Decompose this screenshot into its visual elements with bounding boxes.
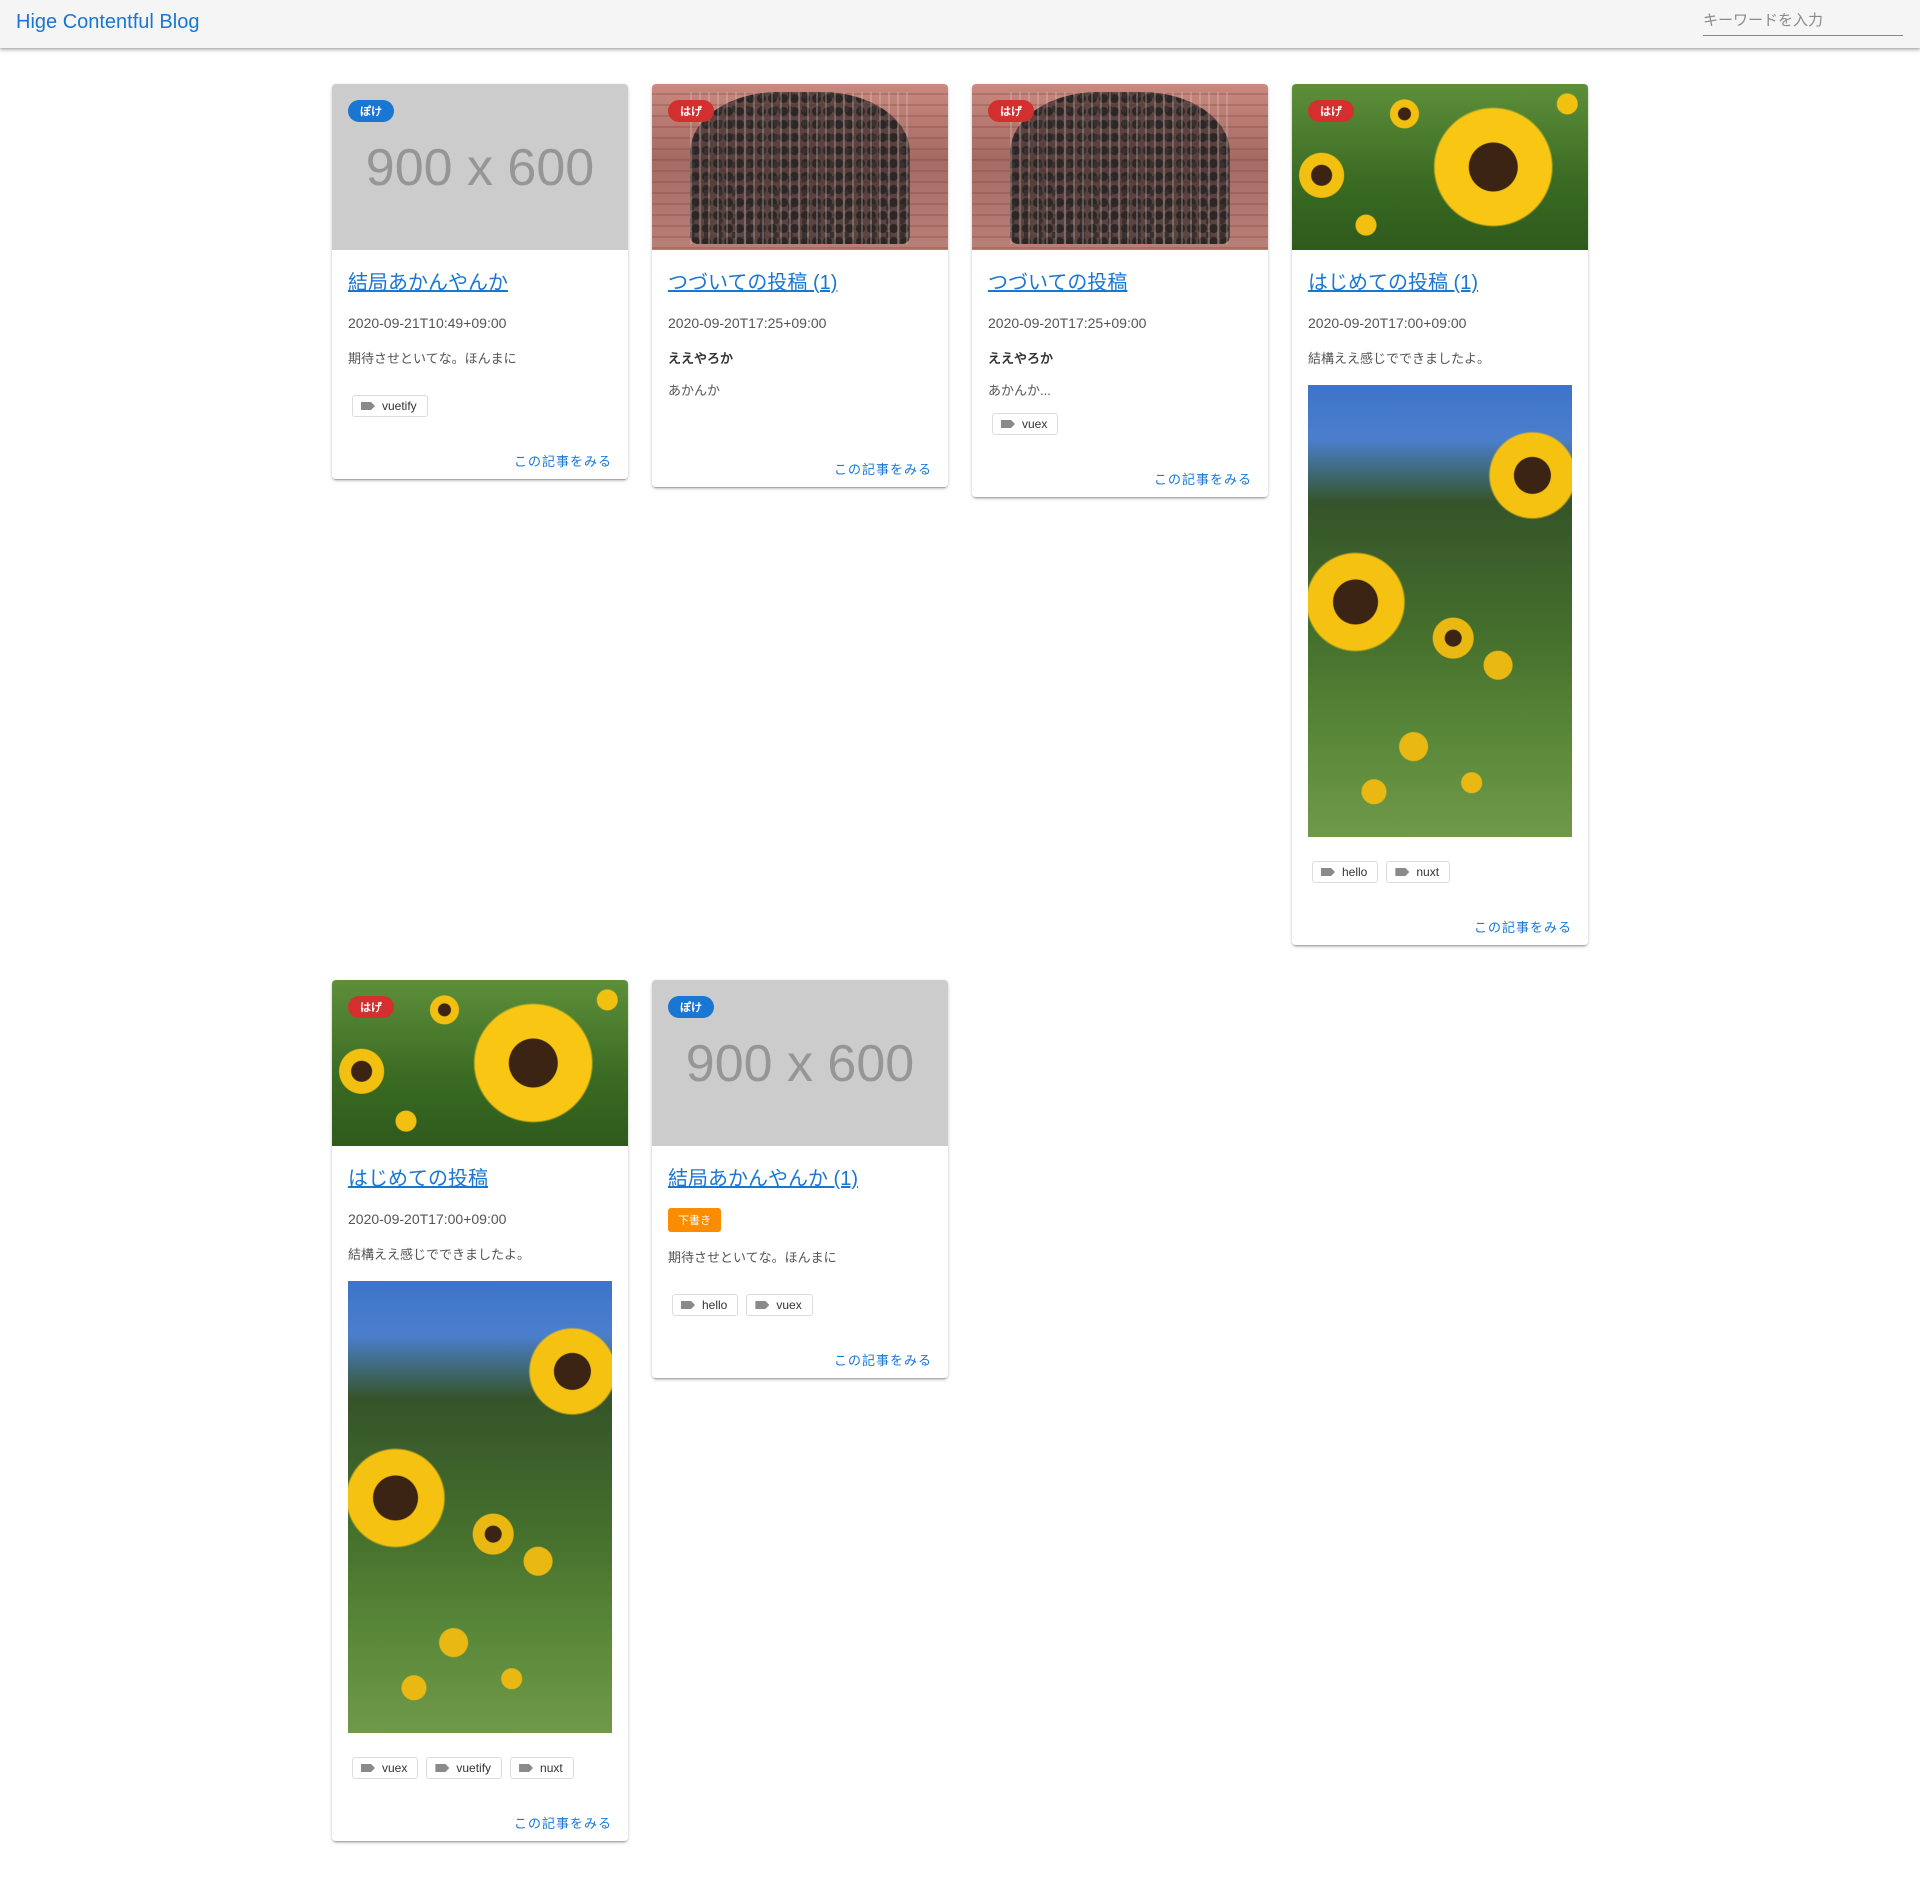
tag-label: nuxt [1416,865,1440,879]
post-excerpt-heading: ええやろか [988,351,1054,366]
post-date: 2020-09-21T10:49+09:00 [348,315,507,331]
label-icon [361,1764,375,1772]
draft-badge: 下書き [668,1208,721,1232]
tag-label: hello [702,1298,728,1312]
post-title-link[interactable]: 結局あかんやんか (1) [668,1162,858,1191]
tag-chip[interactable]: hello [672,1294,739,1316]
post-title-link[interactable]: つづいての投稿 [988,266,1127,295]
read-more-button[interactable]: この記事をみる [1474,917,1572,936]
label-icon [519,1764,534,1772]
read-more-button[interactable]: この記事をみる [514,1813,612,1832]
post-thumbnail-sunflower-photo[interactable]: はげ [1292,84,1588,250]
post-date: 2020-09-20T17:25+09:00 [668,315,827,331]
post-title-link[interactable]: つづいての投稿 (1) [668,266,837,295]
site-title-link[interactable]: Hige Contentful Blog [16,11,199,34]
tag-label: vuetify [456,1761,492,1775]
category-badge: ぽけ [668,996,714,1018]
read-more-button[interactable]: この記事をみる [1154,469,1252,488]
placeholder-text: 900 x 600 [685,1035,915,1093]
label-icon [1321,868,1335,876]
post-title-link[interactable]: 結局あかんやんか [348,266,508,295]
post-date: 2020-09-20T17:00+09:00 [1308,315,1467,331]
post-title-link[interactable]: はじめての投稿 (1) [1308,266,1478,295]
post-description: 期待させといてな。ほんまに [668,1250,837,1265]
tag-label: vuetify [382,399,417,413]
tag-chip[interactable]: vuetify [426,1757,503,1779]
post-excerpt-body: あかんか... [988,383,1051,398]
tag-chip[interactable]: vuetify [352,395,428,417]
tag-label: vuex [776,1298,802,1312]
post-card: はげ つづいての投稿 (1) 2020-09-20T17:25+09:00 ええ… [652,84,948,487]
read-more-button[interactable]: この記事をみる [834,1350,932,1369]
label-icon [681,1301,695,1309]
post-excerpt-body: あかんか [668,383,721,398]
tag-chip[interactable]: nuxt [510,1757,574,1779]
label-icon [1001,420,1015,428]
post-date: 2020-09-20T17:25+09:00 [988,315,1147,331]
post-thumbnail-sunflower-photo[interactable]: はげ [332,980,628,1146]
label-icon [755,1301,770,1309]
post-description: 結構ええ感じでできましたよ。 [348,1247,531,1262]
category-badge: ぽけ [348,100,394,122]
post-excerpt-heading: ええやろか [668,351,734,366]
tag-list: hello nuxt [1308,861,1572,883]
post-card: はげ はじめての投稿 (1) 2020-09-20T17:00+09:00 結構… [1292,84,1588,945]
category-badge: はげ [668,100,714,122]
post-thumbnail-crowd-photo[interactable]: はげ [972,84,1268,250]
search-input[interactable] [1703,10,1903,36]
crowd-image [1010,92,1230,244]
tag-chip[interactable]: nuxt [1386,861,1451,883]
placeholder-text: 900 x 600 [365,139,595,197]
tag-list: vuex vuetify nuxt [348,1757,612,1779]
post-thumbnail-placeholder[interactable]: ぽけ 900 x 600 [332,84,628,250]
label-icon [435,1764,450,1772]
app-bar: Hige Contentful Blog [0,0,1920,48]
post-card: ぽけ 900 x 600 結局あかんやんか 2020-09-21T10:49+0… [332,84,628,479]
post-body-sunflower-image [1308,385,1572,837]
label-icon [1395,868,1410,876]
label-icon [361,402,375,410]
category-badge: はげ [988,100,1034,122]
post-body-sunflower-image [348,1281,612,1733]
crowd-image [690,92,910,244]
post-description: 結構ええ感じでできましたよ。 [1308,351,1491,366]
tag-chip[interactable]: vuex [352,1757,419,1779]
tag-chip[interactable]: vuex [992,413,1059,435]
category-badge: はげ [1308,100,1354,122]
post-description: 期待させといてな。ほんまに [348,351,517,366]
category-badge: はげ [348,996,394,1018]
tag-chip[interactable]: hello [1312,861,1379,883]
tag-chip[interactable]: vuex [746,1294,813,1316]
post-thumbnail-placeholder[interactable]: ぽけ 900 x 600 [652,980,948,1146]
tag-label: nuxt [540,1761,563,1775]
read-more-button[interactable]: この記事をみる [514,451,612,470]
post-title-link[interactable]: はじめての投稿 [348,1162,488,1191]
tag-label: vuex [1022,417,1048,431]
tag-list: vuetify [348,395,612,417]
post-card: はげ つづいての投稿 2020-09-20T17:25+09:00 ええやろか … [972,84,1268,497]
tag-label: vuex [382,1761,408,1775]
post-thumbnail-crowd-photo[interactable]: はげ [652,84,948,250]
tag-list: vuex [988,413,1252,435]
post-card: はげ はじめての投稿 2020-09-20T17:00+09:00 結構ええ感じ… [332,980,628,1841]
read-more-button[interactable]: この記事をみる [834,459,932,478]
post-card: ぽけ 900 x 600 結局あかんやんか (1) 下書き 期待させといてな。ほ… [652,980,948,1378]
post-date: 2020-09-20T17:00+09:00 [348,1211,507,1227]
tag-list: hello vuex [668,1294,932,1316]
tag-label: hello [1342,865,1368,879]
